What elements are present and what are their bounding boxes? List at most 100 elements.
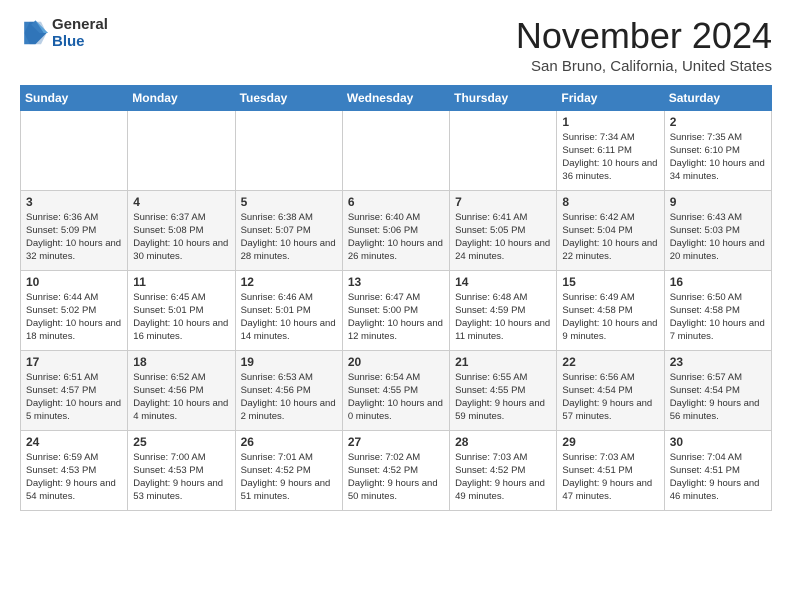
day-info: Sunrise: 6:49 AM Sunset: 4:58 PM Dayligh… [562,291,658,344]
day-number: 1 [562,115,658,129]
location: San Bruno, California, United States [516,58,772,75]
calendar-cell: 28 Sunrise: 7:03 AM Sunset: 4:52 PM Dayli… [450,430,557,510]
day-info: Sunrise: 6:41 AM Sunset: 5:05 PM Dayligh… [455,211,551,264]
day-info: Sunrise: 6:43 AM Sunset: 5:03 PM Dayligh… [670,211,766,264]
day-number: 4 [133,195,229,209]
day-info: Sunrise: 6:59 AM Sunset: 4:53 PM Dayligh… [26,451,122,504]
day-number: 23 [670,355,766,369]
day-number: 25 [133,435,229,449]
calendar-cell [21,110,128,190]
day-info: Sunrise: 7:03 AM Sunset: 4:51 PM Dayligh… [562,451,658,504]
calendar-cell [235,110,342,190]
day-info: Sunrise: 6:38 AM Sunset: 5:07 PM Dayligh… [241,211,337,264]
calendar-cell: 23Sunrise: 6:57 AM Sunset: 4:54 PM Dayli… [664,350,771,430]
day-number: 18 [133,355,229,369]
day-number: 26 [241,435,337,449]
calendar-cell: 13Sunrise: 6:47 AM Sunset: 5:00 PM Dayli… [342,270,449,350]
calendar-cell: 20 Sunrise: 6:54 AM Sunset: 4:55 PM Dayli… [342,350,449,430]
day-info: Sunrise: 7:03 AM Sunset: 4:52 PM Dayligh… [455,451,551,504]
calendar-cell: 29 Sunrise: 7:03 AM Sunset: 4:51 PM Dayli… [557,430,664,510]
day-number: 24 [26,435,122,449]
day-info: Sunrise: 6:37 AM Sunset: 5:08 PM Dayligh… [133,211,229,264]
calendar-cell: 21Sunrise: 6:55 AM Sunset: 4:55 PM Dayli… [450,350,557,430]
calendar-week-row: 10 Sunrise: 6:44 AM Sunset: 5:02 PM Dayli… [21,270,772,350]
day-number: 17 [26,355,122,369]
day-number: 30 [670,435,766,449]
calendar-cell: 10 Sunrise: 6:44 AM Sunset: 5:02 PM Dayli… [21,270,128,350]
logo: General Blue [20,16,108,51]
page: General Blue November 2024 San Bruno, Ca… [0,0,792,527]
calendar-cell: 3Sunrise: 6:36 AM Sunset: 5:09 PM Daylig… [21,190,128,270]
weekday-header: Monday [128,85,235,110]
weekday-header: Wednesday [342,85,449,110]
calendar-cell: 17 Sunrise: 6:51 AM Sunset: 4:57 PM Dayli… [21,350,128,430]
day-number: 19 [241,355,337,369]
day-info: Sunrise: 6:52 AM Sunset: 4:56 PM Dayligh… [133,371,229,424]
day-number: 10 [26,275,122,289]
calendar-cell: 30 Sunrise: 7:04 AM Sunset: 4:51 PM Dayli… [664,430,771,510]
weekday-header: Sunday [21,85,128,110]
day-info: Sunrise: 6:42 AM Sunset: 5:04 PM Dayligh… [562,211,658,264]
calendar-cell [128,110,235,190]
day-number: 13 [348,275,444,289]
day-info: Sunrise: 7:01 AM Sunset: 4:52 PM Dayligh… [241,451,337,504]
calendar-cell: 24 Sunrise: 6:59 AM Sunset: 4:53 PM Dayli… [21,430,128,510]
calendar-cell: 27Sunrise: 7:02 AM Sunset: 4:52 PM Dayli… [342,430,449,510]
calendar: SundayMondayTuesdayWednesdayThursdayFrid… [20,85,772,511]
day-number: 28 [455,435,551,449]
day-info: Sunrise: 6:54 AM Sunset: 4:55 PM Dayligh… [348,371,444,424]
calendar-week-row: 17 Sunrise: 6:51 AM Sunset: 4:57 PM Dayli… [21,350,772,430]
calendar-week-row: 3Sunrise: 6:36 AM Sunset: 5:09 PM Daylig… [21,190,772,270]
day-info: Sunrise: 6:46 AM Sunset: 5:01 PM Dayligh… [241,291,337,344]
calendar-cell: 16 Sunrise: 6:50 AM Sunset: 4:58 PM Dayli… [664,270,771,350]
calendar-week-row: 1Sunrise: 7:34 AM Sunset: 6:11 PM Daylig… [21,110,772,190]
day-info: Sunrise: 6:56 AM Sunset: 4:54 PM Dayligh… [562,371,658,424]
day-info: Sunrise: 7:35 AM Sunset: 6:10 PM Dayligh… [670,131,766,184]
weekday-header: Friday [557,85,664,110]
weekday-header: Saturday [664,85,771,110]
calendar-cell: 5 Sunrise: 6:38 AM Sunset: 5:07 PM Daylig… [235,190,342,270]
day-number: 16 [670,275,766,289]
day-info: Sunrise: 6:44 AM Sunset: 5:02 PM Dayligh… [26,291,122,344]
day-number: 21 [455,355,551,369]
day-number: 2 [670,115,766,129]
calendar-cell: 8 Sunrise: 6:42 AM Sunset: 5:04 PM Daylig… [557,190,664,270]
calendar-cell: 7 Sunrise: 6:41 AM Sunset: 5:05 PM Daylig… [450,190,557,270]
day-number: 5 [241,195,337,209]
calendar-cell: 14 Sunrise: 6:48 AM Sunset: 4:59 PM Dayli… [450,270,557,350]
logo-general: General [52,16,108,33]
calendar-cell: 9Sunrise: 6:43 AM Sunset: 5:03 PM Daylig… [664,190,771,270]
day-number: 20 [348,355,444,369]
calendar-cell: 18 Sunrise: 6:52 AM Sunset: 4:56 PM Dayli… [128,350,235,430]
day-info: Sunrise: 6:45 AM Sunset: 5:01 PM Dayligh… [133,291,229,344]
day-info: Sunrise: 6:53 AM Sunset: 4:56 PM Dayligh… [241,371,337,424]
calendar-cell: 1Sunrise: 7:34 AM Sunset: 6:11 PM Daylig… [557,110,664,190]
day-number: 29 [562,435,658,449]
day-number: 11 [133,275,229,289]
calendar-cell: 25 Sunrise: 7:00 AM Sunset: 4:53 PM Dayli… [128,430,235,510]
day-number: 8 [562,195,658,209]
day-info: Sunrise: 7:04 AM Sunset: 4:51 PM Dayligh… [670,451,766,504]
calendar-cell: 22Sunrise: 6:56 AM Sunset: 4:54 PM Dayli… [557,350,664,430]
day-number: 27 [348,435,444,449]
weekday-header-row: SundayMondayTuesdayWednesdayThursdayFrid… [21,85,772,110]
month-title: November 2024 [516,16,772,56]
weekday-header: Thursday [450,85,557,110]
calendar-cell: 26 Sunrise: 7:01 AM Sunset: 4:52 PM Dayli… [235,430,342,510]
calendar-week-row: 24 Sunrise: 6:59 AM Sunset: 4:53 PM Dayli… [21,430,772,510]
logo-text: General Blue [52,16,108,51]
day-info: Sunrise: 7:00 AM Sunset: 4:53 PM Dayligh… [133,451,229,504]
header: General Blue November 2024 San Bruno, Ca… [20,16,772,75]
day-number: 15 [562,275,658,289]
day-info: Sunrise: 6:40 AM Sunset: 5:06 PM Dayligh… [348,211,444,264]
day-number: 7 [455,195,551,209]
calendar-cell: 4 Sunrise: 6:37 AM Sunset: 5:08 PM Daylig… [128,190,235,270]
day-number: 14 [455,275,551,289]
calendar-cell: 2 Sunrise: 7:35 AM Sunset: 6:10 PM Daylig… [664,110,771,190]
day-info: Sunrise: 6:51 AM Sunset: 4:57 PM Dayligh… [26,371,122,424]
day-info: Sunrise: 6:50 AM Sunset: 4:58 PM Dayligh… [670,291,766,344]
day-number: 6 [348,195,444,209]
day-info: Sunrise: 6:48 AM Sunset: 4:59 PM Dayligh… [455,291,551,344]
logo-blue: Blue [52,33,108,50]
calendar-cell: 6 Sunrise: 6:40 AM Sunset: 5:06 PM Daylig… [342,190,449,270]
